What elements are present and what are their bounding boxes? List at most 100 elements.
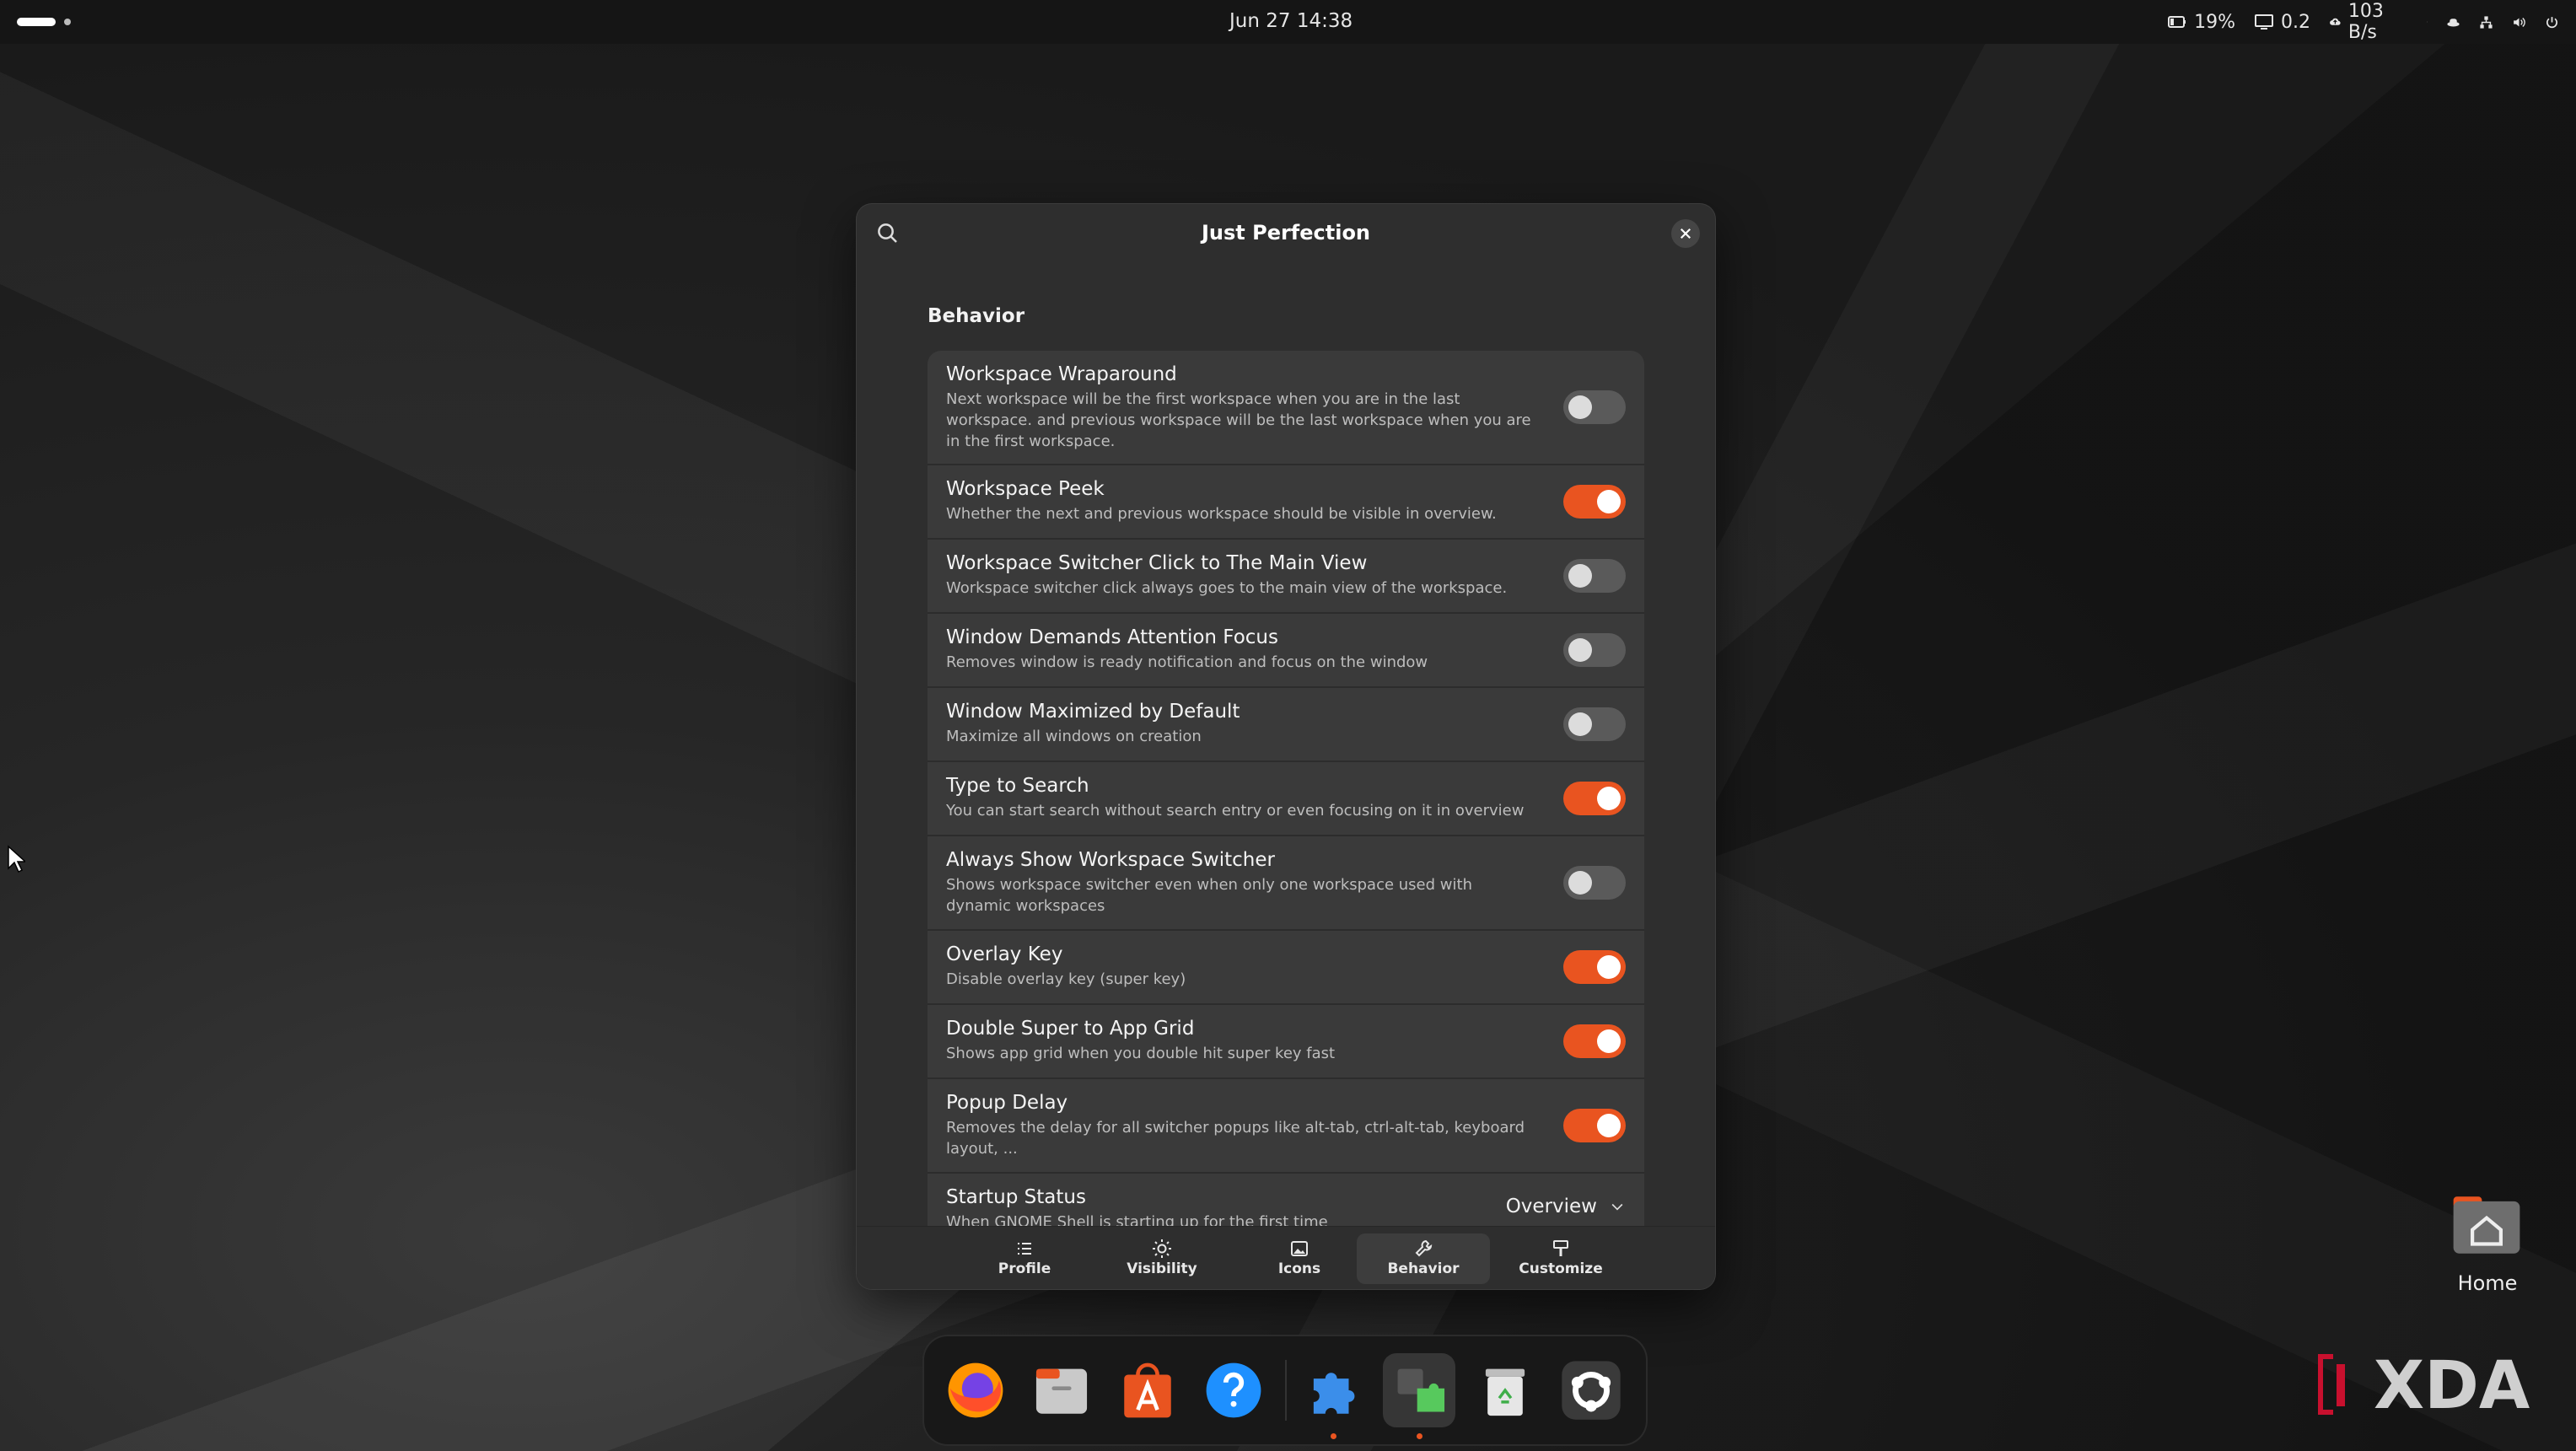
close-button[interactable] (1671, 219, 1700, 248)
setting-row-overlay-key[interactable]: Overlay Key Disable overlay key (super k… (928, 931, 1644, 1005)
sun-icon (1153, 1239, 1171, 1258)
list-icon (1018, 1243, 1031, 1255)
app-center-icon (1124, 1362, 1171, 1418)
setting-subtitle: Maximize all windows on creation (946, 728, 1202, 745)
setting-subtitle: Whether the next and previous workspace … (946, 505, 1497, 523)
setting-title: Startup Status (946, 1186, 1086, 1208)
setting-row-window-demands-attention[interactable]: Window Demands Attention Focus Removes w… (928, 614, 1644, 688)
battery-icon (2168, 16, 2186, 28)
dock-app-app-center[interactable] (1111, 1353, 1184, 1427)
setting-title: Workspace Peek (946, 478, 1105, 500)
files-icon (1035, 1368, 1088, 1414)
tab-label: Icons (1277, 1260, 1321, 1277)
tab-icons[interactable]: Icons (1233, 1233, 1366, 1284)
dropdown-value: Overview (1505, 1196, 1597, 1217)
setting-row-workspace-peek[interactable]: Workspace Peek Whether the next and prev… (928, 465, 1644, 540)
setting-title: Type to Search (946, 775, 1089, 797)
activities-indicator[interactable] (17, 18, 56, 26)
trash-icon (1485, 1368, 1525, 1416)
load-indicator[interactable]: 0.2 (2254, 12, 2310, 33)
close-icon (1680, 228, 1691, 239)
toggle-switch[interactable] (1563, 782, 1626, 815)
firefox-icon (948, 1362, 1003, 1418)
view-switcher: Profile Visibility Icons Behavior Custom… (857, 1226, 1715, 1289)
setting-subtitle: Removes window is ready notification and… (946, 653, 1428, 671)
toggle-switch[interactable] (1563, 633, 1626, 667)
setting-subtitle: Workspace switcher click always goes to … (946, 579, 1508, 597)
running-indicator (1331, 1433, 1336, 1439)
tab-label: Customize (1519, 1260, 1603, 1277)
settings-list: Workspace Wraparound Next workspace will… (928, 351, 1644, 1249)
puzzle-icon (1313, 1373, 1355, 1414)
dock-app-show-apps[interactable] (1555, 1353, 1627, 1427)
battery-text: 19% (2194, 11, 2236, 33)
ubuntu-logo-icon (1562, 1361, 1621, 1420)
setting-subtitle: Shows workspace switcher even when only … (946, 876, 1472, 915)
xda-watermark: XDA (2318, 1348, 2530, 1423)
setting-row-double-super[interactable]: Double Super to App Grid Shows app grid … (928, 1005, 1644, 1079)
dock-app-extension-manager[interactable] (1297, 1353, 1369, 1439)
toggle-switch[interactable] (1563, 1109, 1626, 1142)
toggle-switch[interactable] (1563, 559, 1626, 593)
setting-title: Overlay Key (946, 943, 1063, 965)
dock-app-trash[interactable] (1469, 1353, 1541, 1427)
tab-label: Profile (998, 1260, 1051, 1277)
running-indicator (1417, 1433, 1422, 1439)
setting-row-workspace-switcher-click[interactable]: Workspace Switcher Click to The Main Vie… (928, 540, 1644, 614)
dock-app-help[interactable] (1197, 1353, 1270, 1427)
startup-status-dropdown[interactable]: Overview (1506, 1196, 1626, 1217)
clock[interactable]: Jun 27 14:38 (1229, 10, 1353, 32)
system-status-area[interactable]: 19% 0.2 103 B/s (2167, 1, 2559, 43)
setting-title: Workspace Wraparound (946, 363, 1177, 385)
toggle-switch[interactable] (1563, 390, 1626, 424)
volume-icon[interactable] (2512, 15, 2526, 30)
toggle-switch[interactable] (1563, 950, 1626, 984)
setting-subtitle: You can start search without search entr… (946, 802, 1525, 820)
dock-app-files[interactable] (1025, 1353, 1098, 1427)
chevron-down-icon (1611, 1203, 1623, 1211)
section-title: Behavior (928, 305, 1025, 327)
image-icon (1291, 1241, 1308, 1256)
toggle-switch[interactable] (1563, 485, 1626, 519)
dock-separator (1285, 1360, 1287, 1421)
load-text: 0.2 (2281, 11, 2311, 33)
setting-title: Window Maximized by Default (946, 701, 1240, 723)
wrench-icon (1415, 1239, 1433, 1257)
brush-icon (1553, 1240, 1568, 1256)
setting-row-workspace-wraparound[interactable]: Workspace Wraparound Next workspace will… (928, 351, 1644, 465)
cloud-upload-icon (2330, 18, 2341, 25)
dock-app-firefox[interactable] (939, 1353, 1012, 1427)
home-folder-icon[interactable] (2449, 1187, 2525, 1263)
setting-row-type-to-search[interactable]: Type to Search You can start search with… (928, 762, 1644, 836)
setting-row-always-show-switcher[interactable]: Always Show Workspace Switcher Shows wor… (928, 836, 1644, 931)
setting-title: Always Show Workspace Switcher (946, 849, 1275, 871)
screen-share-icon[interactable] (2427, 12, 2428, 32)
tab-behavior[interactable]: Behavior (1357, 1233, 1490, 1284)
setting-row-window-maximized[interactable]: Window Maximized by Default Maximize all… (928, 688, 1644, 762)
tab-customize[interactable]: Customize (1494, 1233, 1627, 1284)
battery-indicator[interactable]: 19% (2167, 12, 2235, 33)
tab-visibility[interactable]: Visibility (1095, 1233, 1229, 1284)
dialog-header: Just Perfection (857, 204, 1715, 263)
dock (924, 1336, 1646, 1444)
top-bar: Jun 27 14:38 19% 0.2 103 B/s (0, 0, 2576, 44)
hat-icon[interactable] (2446, 15, 2460, 30)
network-speed-indicator[interactable]: 103 B/s (2329, 1, 2391, 43)
display-icon (2255, 14, 2274, 30)
network-icon[interactable] (2479, 15, 2493, 30)
power-icon[interactable] (2545, 15, 2559, 30)
toggle-switch[interactable] (1563, 866, 1626, 900)
setting-title: Popup Delay (946, 1092, 1068, 1114)
toggle-switch[interactable] (1563, 707, 1626, 741)
dock-app-extensions[interactable] (1383, 1353, 1455, 1439)
just-perfection-dialog: Just Perfection Behavior Workspace Wrapa… (857, 204, 1715, 1289)
setting-row-popup-delay[interactable]: Popup Delay Removes the delay for all sw… (928, 1079, 1644, 1174)
xda-text: XDA (2374, 1348, 2530, 1423)
setting-subtitle: Disable overlay key (super key) (946, 970, 1186, 988)
setting-subtitle: Shows app grid when you double hit super… (946, 1045, 1336, 1062)
tab-profile[interactable]: Profile (958, 1233, 1091, 1284)
setting-title: Window Demands Attention Focus (946, 626, 1278, 648)
home-folder-label[interactable]: Home (2437, 1271, 2538, 1295)
workspace-dot[interactable] (64, 19, 71, 25)
toggle-switch[interactable] (1563, 1024, 1626, 1058)
